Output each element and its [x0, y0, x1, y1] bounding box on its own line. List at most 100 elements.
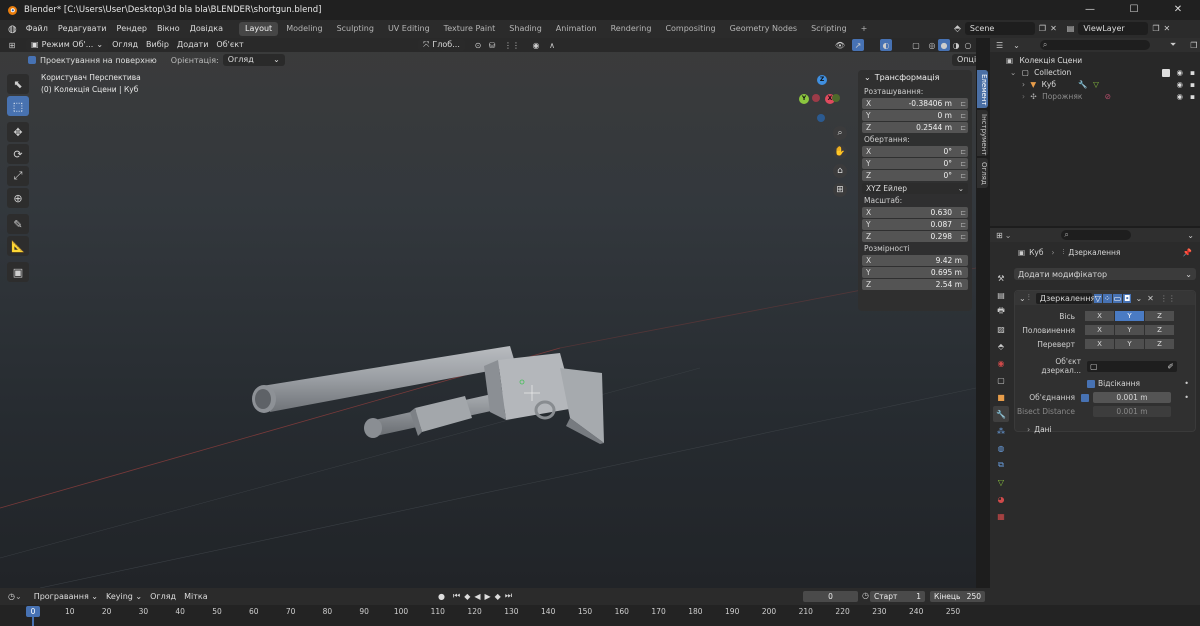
keying-menu[interactable]: Keying ⌄ — [102, 591, 146, 603]
chevron-down-icon[interactable]: ⌄ — [1019, 294, 1026, 303]
menu-add[interactable]: Додати — [173, 39, 212, 51]
minimize-button[interactable]: — — [1068, 0, 1112, 20]
bisect-y-toggle[interactable]: Y — [1115, 325, 1144, 335]
chevron-down-icon[interactable]: ⌄ — [1010, 68, 1016, 77]
menu-window[interactable]: Вікно — [152, 20, 185, 38]
tab-shading[interactable]: Shading — [503, 22, 548, 36]
eye-icon[interactable]: ◉ — [1176, 67, 1183, 79]
close-window-button[interactable]: ✕ — [1156, 0, 1200, 20]
tab-tool[interactable]: Інструмент — [977, 110, 988, 156]
drag-handle-icon[interactable]: ⋮⋮ — [1160, 294, 1176, 303]
object-mode-dropdown[interactable]: ▣ Режим Об'... ⌄ — [26, 39, 109, 51]
chevron-right-icon[interactable]: › — [1022, 92, 1025, 101]
visibility-icon[interactable]: 👁 — [834, 39, 846, 51]
menu-file[interactable]: Файл — [21, 20, 53, 38]
eye-icon[interactable]: ◉ — [1176, 91, 1183, 103]
view-layer-selector[interactable]: ViewLayer — [1078, 22, 1149, 35]
use-preview-range-icon[interactable]: ◷ — [862, 591, 869, 600]
tab-modeling[interactable]: Modeling — [280, 22, 328, 36]
add-modifier-dropdown[interactable]: Додати модифікатор ⌄ — [1014, 268, 1196, 280]
chevron-down-icon[interactable]: ⌄ — [1135, 294, 1142, 303]
measure-tool-icon[interactable]: 📐 — [7, 236, 29, 256]
solid-shading-icon[interactable]: ● — [938, 39, 950, 51]
menu-edit[interactable]: Редагувати — [53, 20, 112, 38]
chevron-right-icon[interactable]: › — [1022, 80, 1025, 89]
annotate-tool-icon[interactable]: ✎ — [7, 214, 29, 234]
perspective-grid-icon[interactable]: ⊞ — [833, 183, 847, 197]
pin-icon[interactable]: 📌 — [1183, 248, 1192, 257]
delete-scene-icon[interactable]: ✕ — [1050, 24, 1057, 33]
outliner-collection[interactable]: ⌄ ▢ Collection ◉ ▪ — [990, 67, 1200, 79]
material-properties-icon[interactable]: ◕ — [993, 491, 1009, 507]
add-workspace-button[interactable]: + — [855, 22, 874, 36]
timeline-ruler[interactable]: 0 10 20 30 40 50 60 70 80 90 100 110 120 130 140 150 160… — [0, 605, 1200, 626]
tab-sculpting[interactable]: Sculpting — [331, 22, 380, 36]
properties-search-input[interactable]: ⌕ — [1061, 230, 1132, 240]
filter-icon[interactable]: ⏷ — [1170, 40, 1176, 50]
constraints-properties-icon[interactable]: ⧉ — [993, 457, 1009, 473]
axis-z-toggle[interactable]: Z — [1145, 311, 1174, 321]
lock-icon[interactable]: ⊏ — [960, 233, 966, 241]
eyedropper-icon[interactable]: ✐ — [1167, 362, 1174, 371]
exclude-checkbox[interactable] — [1162, 69, 1170, 77]
menu-select[interactable]: Вибір — [142, 39, 173, 51]
tab-geometry-nodes[interactable]: Geometry Nodes — [724, 22, 803, 36]
maximize-button[interactable]: ☐ — [1112, 0, 1156, 20]
data-properties-icon[interactable]: ▽ — [993, 474, 1009, 490]
proportional-editing-icon[interactable]: ◉ — [530, 39, 542, 51]
play-icon[interactable]: ▶ — [485, 592, 491, 601]
merge-checkbox[interactable] — [1081, 393, 1089, 402]
rotation-mode-dropdown[interactable]: XYZ Ейлер ⌄ — [862, 183, 968, 194]
3d-viewport[interactable]: ⊞ ▣ Режим Об'... ⌄ Огляд Вибір Додати Об… — [0, 38, 976, 588]
tab-scripting[interactable]: Scripting — [805, 22, 853, 36]
tab-texture-paint[interactable]: Texture Paint — [438, 22, 502, 36]
render-toggle-icon[interactable]: ◘ — [1123, 293, 1132, 303]
scale-tool-icon[interactable]: ⤢ — [7, 166, 29, 186]
orientation-dropdown[interactable]: Огляд ⌄ — [222, 54, 285, 66]
box-select-tool-icon[interactable]: ⬚ — [7, 96, 29, 116]
rotation-z-field[interactable]: Z 0° ⊏ — [862, 170, 968, 181]
cage-toggle-icon[interactable]: ⁘ — [1102, 293, 1112, 303]
start-frame-field[interactable]: Старт 1 — [870, 591, 925, 602]
scene-selector[interactable]: Scene — [964, 22, 1035, 35]
display-mode-icon[interactable]: ⌄ — [1013, 41, 1020, 50]
marker-menu[interactable]: Мітка — [180, 591, 212, 603]
close-icon[interactable]: ✕ — [1147, 294, 1154, 303]
pan-hand-icon[interactable]: ✋ — [833, 145, 847, 159]
snap-settings-icon[interactable]: ⋮⋮ — [504, 39, 520, 51]
bisect-x-toggle[interactable]: X — [1085, 325, 1114, 335]
lock-icon[interactable]: ⊏ — [960, 100, 966, 108]
snap-icon[interactable]: ⛁ — [486, 39, 498, 51]
eye-icon[interactable]: ◉ — [1176, 79, 1183, 91]
delete-view-layer-icon[interactable]: ✕ — [1164, 24, 1171, 33]
scale-y-field[interactable]: Y 0.087 ⊏ — [862, 219, 968, 230]
xray-icon[interactable]: ▢ — [910, 39, 922, 51]
physics-properties-icon[interactable]: ◍ — [993, 440, 1009, 456]
move-tool-icon[interactable]: ✥ — [7, 122, 29, 142]
gizmo-neg-x[interactable] — [812, 94, 820, 102]
tab-compositing[interactable]: Compositing — [659, 22, 721, 36]
new-view-layer-icon[interactable]: ❐ — [1152, 24, 1159, 33]
viewport-toggle-icon[interactable]: ▭ — [1112, 293, 1123, 303]
overlay-toggle-icon[interactable]: ◐ — [880, 39, 892, 51]
outliner-item-cube[interactable]: › ▼ Куб 🔧 ▽ ◉ ▪ — [990, 79, 1200, 91]
new-scene-icon[interactable]: ❐ — [1039, 24, 1046, 33]
tab-uv-editing[interactable]: UV Editing — [382, 22, 436, 36]
current-frame-field[interactable]: 0 — [803, 591, 858, 602]
next-keyframe-icon[interactable]: ◆ — [495, 592, 501, 601]
flip-z-toggle[interactable]: Z — [1145, 339, 1174, 349]
object-properties-icon[interactable]: ■ — [993, 389, 1009, 405]
gizmo-neg-y[interactable] — [832, 94, 840, 102]
rendered-shading-icon[interactable]: ○ — [962, 39, 974, 51]
gizmo-toggle-icon[interactable]: ↗ — [852, 39, 864, 51]
dimension-y-field[interactable]: Y 0.695 m — [862, 267, 968, 278]
rotation-y-field[interactable]: Y 0° ⊏ — [862, 158, 968, 169]
tab-layout[interactable]: Layout — [238, 22, 279, 36]
mesh-data-icon[interactable]: ▽ — [1093, 80, 1099, 89]
outliner-item-empty[interactable]: › ✣ Порожняк ⊘ ◉ ▪ — [990, 91, 1200, 103]
collection-properties-icon[interactable]: ▢ — [993, 372, 1009, 388]
clipping-checkbox[interactable] — [1087, 379, 1095, 388]
keyframe-dot-icon[interactable]: • — [1184, 393, 1189, 402]
lock-icon[interactable]: ⊏ — [960, 148, 966, 156]
tool-properties-icon[interactable]: ⚒ — [993, 270, 1009, 286]
